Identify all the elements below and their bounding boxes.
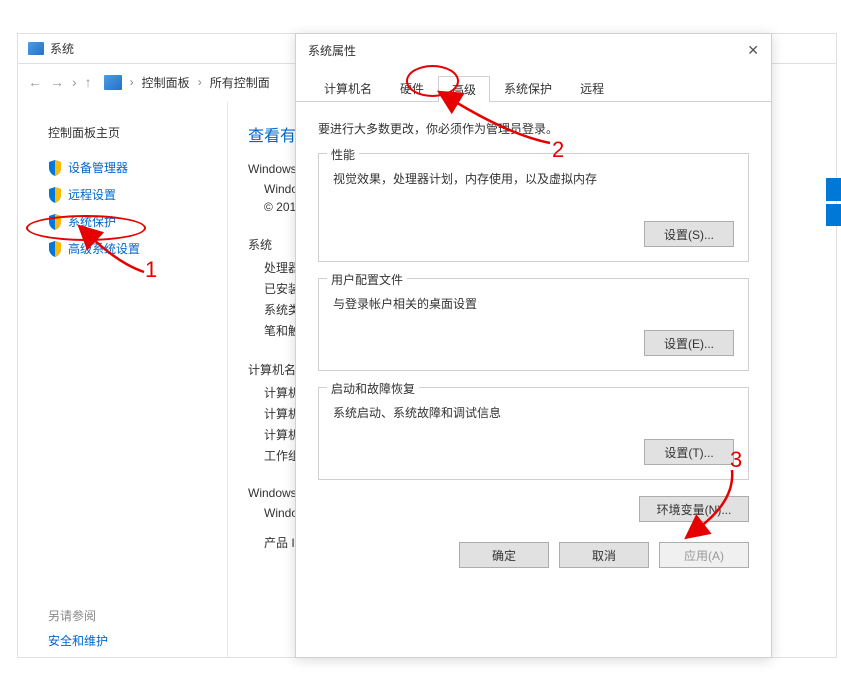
shield-icon [48, 187, 62, 203]
window-title: 系统 [50, 40, 74, 57]
sidebar-item-remote[interactable]: 远程设置 [48, 186, 227, 203]
sidebar-item-advanced[interactable]: 高级系统设置 [48, 240, 227, 257]
dialog-content: 要进行大多数更改，你必须作为管理员登录。 性能 视觉效果，处理器计划，内存使用，… [296, 102, 771, 522]
system-properties-dialog: 系统属性 ✕ 计算机名 硬件 高级 系统保护 远程 要进行大多数更改，你必须作为… [295, 33, 772, 658]
tab-hardware[interactable]: 硬件 [386, 75, 438, 101]
dialog-footer: 确定 取消 应用(A) [296, 542, 771, 584]
group-performance: 性能 视觉效果，处理器计划，内存使用，以及虚拟内存 设置(S)... [318, 153, 749, 262]
group-title: 性能 [327, 146, 359, 163]
nav-up-icon[interactable]: ↑ [85, 74, 92, 90]
breadcrumb-sep: › [198, 75, 202, 89]
group-title: 启动和故障恢复 [327, 380, 419, 397]
nav-back-icon[interactable]: ← [28, 74, 42, 90]
settings-button-performance[interactable]: 设置(S)... [644, 221, 734, 247]
breadcrumb-item[interactable]: 控制面板 [142, 74, 190, 91]
dialog-note: 要进行大多数更改，你必须作为管理员登录。 [318, 120, 749, 137]
sidebar: 控制面板主页 设备管理器 远程设置 系统保护 高级系统设置 另请参阅 安全和维护 [18, 102, 228, 657]
settings-button-startup[interactable]: 设置(T)... [644, 439, 734, 465]
environment-variables-button[interactable]: 环境变量(N)... [639, 496, 749, 522]
group-desc: 系统启动、系统故障和调试信息 [333, 398, 734, 421]
cancel-button[interactable]: 取消 [559, 542, 649, 568]
sidebar-item-protection[interactable]: 系统保护 [48, 213, 227, 230]
shield-icon [48, 214, 62, 230]
shield-icon [48, 160, 62, 176]
nav-forward-icon[interactable]: → [50, 74, 64, 90]
tab-remote[interactable]: 远程 [566, 75, 618, 101]
tab-row: 计算机名 硬件 高级 系统保护 远程 [296, 75, 771, 102]
tab-advanced[interactable]: 高级 [438, 76, 490, 102]
computer-icon [104, 75, 122, 90]
group-user-profiles: 用户配置文件 与登录帐户相关的桌面设置 设置(E)... [318, 278, 749, 371]
see-also-heading: 另请参阅 [48, 607, 227, 624]
shield-icon [48, 241, 62, 257]
computer-icon [28, 42, 44, 55]
breadcrumb-sep: › [130, 75, 134, 89]
group-desc: 视觉效果，处理器计划，内存使用，以及虚拟内存 [333, 164, 734, 187]
see-also-link[interactable]: 安全和维护 [48, 632, 227, 649]
dialog-title-bar: 系统属性 ✕ [296, 34, 771, 67]
group-startup-recovery: 启动和故障恢复 系统启动、系统故障和调试信息 设置(T)... [318, 387, 749, 480]
tab-system-protection[interactable]: 系统保护 [490, 75, 566, 101]
sidebar-item-label: 设备管理器 [68, 159, 128, 176]
tab-computer-name[interactable]: 计算机名 [310, 75, 386, 101]
sidebar-item-label: 高级系统设置 [68, 240, 140, 257]
sidebar-title[interactable]: 控制面板主页 [48, 124, 227, 141]
nav-separator: › [72, 74, 77, 90]
group-desc: 与登录帐户相关的桌面设置 [333, 289, 734, 312]
dialog-title: 系统属性 [308, 42, 356, 59]
windows-logo-icon [826, 178, 841, 228]
ok-button[interactable]: 确定 [459, 542, 549, 568]
sidebar-item-device-manager[interactable]: 设备管理器 [48, 159, 227, 176]
group-title: 用户配置文件 [327, 271, 407, 288]
apply-button[interactable]: 应用(A) [659, 542, 749, 568]
sidebar-item-label: 系统保护 [68, 213, 116, 230]
sidebar-item-label: 远程设置 [68, 186, 116, 203]
breadcrumb-item[interactable]: 所有控制面 [210, 74, 270, 91]
settings-button-profiles[interactable]: 设置(E)... [644, 330, 734, 356]
close-icon[interactable]: ✕ [747, 42, 759, 59]
